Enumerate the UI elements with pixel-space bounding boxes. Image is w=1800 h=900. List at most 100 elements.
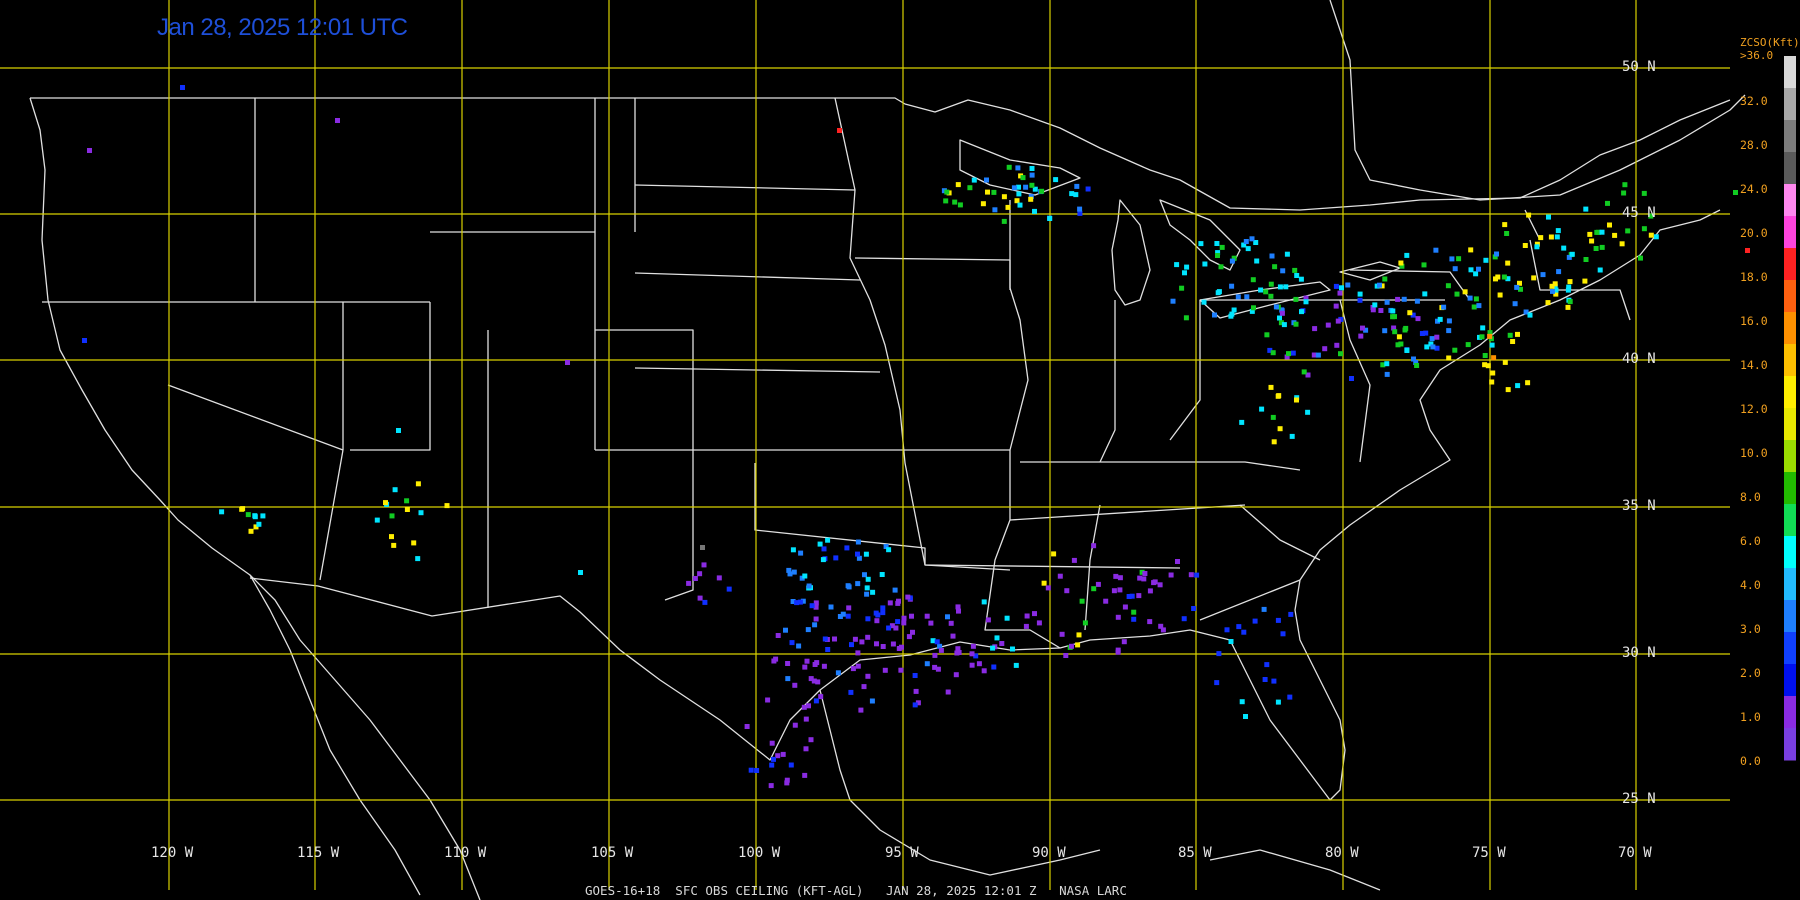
observation-point [837, 128, 842, 133]
observation-point [1404, 252, 1410, 258]
legend-swatch [1784, 344, 1796, 377]
observation-point [1482, 353, 1488, 358]
observation-point [1357, 297, 1363, 303]
observation-point [1131, 609, 1137, 615]
observation-point [948, 620, 954, 626]
observation-point [1384, 361, 1390, 367]
observation-point [391, 542, 397, 548]
observation-point [1414, 298, 1420, 304]
observation-point [887, 600, 893, 606]
observation-point [1251, 305, 1256, 311]
observation-point [1345, 282, 1351, 288]
observation-point [1010, 646, 1015, 652]
observation-point [1301, 369, 1307, 375]
observation-point [1534, 244, 1540, 250]
observation-point [862, 572, 867, 578]
observation-point [1103, 598, 1109, 604]
observation-point [1277, 284, 1283, 290]
observation-point [1515, 331, 1520, 337]
observation-point [952, 199, 958, 205]
observation-point [1184, 264, 1190, 270]
observation-point [886, 547, 892, 553]
observation-point [788, 762, 794, 768]
observation-point [1395, 296, 1401, 302]
observation-point [1619, 241, 1625, 247]
observation-point [855, 551, 860, 557]
observation-point [991, 189, 997, 195]
observation-point [1479, 334, 1485, 340]
observation-point [1277, 315, 1282, 321]
observation-point [1358, 333, 1364, 339]
observation-point [821, 663, 827, 669]
observation-point [1277, 426, 1283, 432]
observation-point [1502, 222, 1508, 228]
observation-point [798, 550, 804, 556]
longitude-label: 120 W [151, 845, 194, 861]
observation-point [1051, 551, 1057, 557]
observation-point [846, 584, 852, 590]
observation-point [785, 676, 791, 682]
observation-point [789, 640, 795, 646]
observation-point [697, 571, 703, 577]
observation-point [864, 591, 870, 597]
observation-point [833, 555, 839, 561]
observation-point [1085, 186, 1091, 192]
observation-point [792, 722, 798, 728]
observation-point [716, 575, 722, 581]
observation-point [992, 207, 998, 213]
observation-point [1270, 350, 1276, 356]
longitude-label: 110 W [444, 845, 487, 861]
observation-point [818, 694, 824, 700]
legend-swatch [1784, 440, 1796, 473]
observation-point [1334, 342, 1340, 348]
observation-point [686, 580, 692, 586]
observation-point [1473, 296, 1479, 302]
observation-point [849, 642, 854, 648]
observation-point [1245, 246, 1251, 252]
observation-point [1001, 218, 1007, 224]
observation-point [768, 783, 774, 789]
observation-point [1268, 281, 1274, 287]
observation-point [1404, 348, 1410, 353]
observation-point [1653, 234, 1659, 240]
observation-point [692, 576, 698, 581]
weather-map [0, 0, 1796, 900]
observation-point [1333, 303, 1339, 309]
observation-point [565, 360, 570, 365]
legend-swatch [1784, 88, 1796, 121]
observation-point [411, 540, 417, 546]
observation-point [859, 639, 865, 645]
observation-point [802, 664, 808, 670]
map-timestamp: Jan 28, 2025 12:01 UTC [157, 14, 408, 41]
observation-point [1407, 310, 1413, 316]
observation-point [811, 678, 817, 684]
observation-point [1283, 284, 1289, 290]
legend-tick-label: 20.0 [1740, 226, 1768, 240]
observation-point [1063, 653, 1069, 658]
observation-point [1473, 271, 1479, 277]
observation-point [1293, 296, 1299, 302]
observation-point [1262, 677, 1268, 682]
legend-tick-label: 8.0 [1740, 490, 1761, 504]
map-boundaries [29, 0, 1746, 900]
observation-point [1384, 371, 1390, 377]
legend-title: ZCSO(Kft) [1740, 36, 1800, 49]
observation-point [1476, 266, 1481, 272]
longitude-label: 80 W [1325, 845, 1359, 861]
observation-point [1198, 241, 1204, 247]
observation-point [1279, 310, 1285, 316]
observation-point [415, 481, 421, 487]
observation-point [256, 521, 262, 527]
observation-point [901, 615, 907, 621]
legend-tick-label: 1.0 [1740, 710, 1761, 724]
legend-swatch [1784, 696, 1796, 729]
observation-point [1071, 557, 1077, 563]
observation-point [844, 545, 850, 551]
observation-point [1288, 611, 1294, 617]
observation-point [1029, 172, 1035, 178]
observation-point [1170, 298, 1176, 304]
observation-point [880, 610, 886, 616]
observation-point [1423, 330, 1429, 336]
observation-point [1004, 615, 1010, 621]
observation-point [895, 619, 901, 625]
